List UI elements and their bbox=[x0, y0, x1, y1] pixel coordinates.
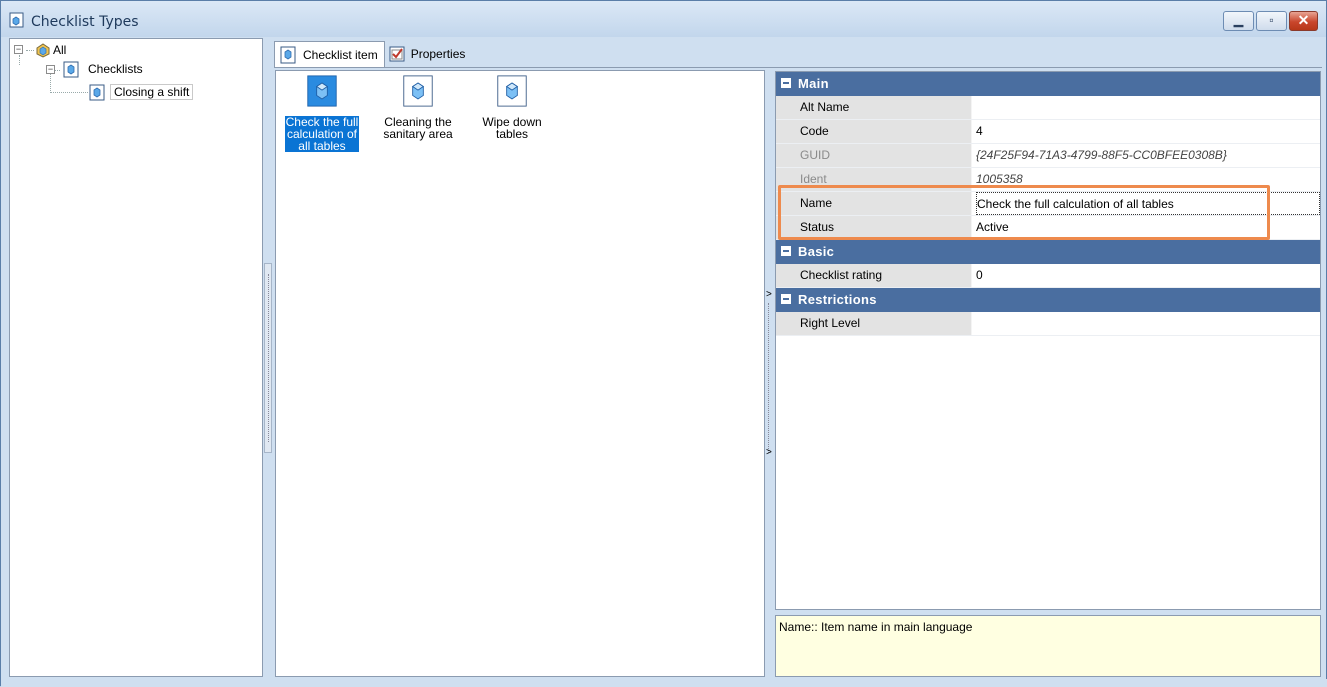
tab-checklist-item[interactable]: Checklist item bbox=[274, 41, 385, 67]
tree-label-all: All bbox=[53, 43, 67, 57]
tree-node-closing-a-shift[interactable]: Closing a shift bbox=[88, 83, 194, 101]
maximize-button[interactable]: ▫ bbox=[1256, 11, 1287, 31]
tab-properties[interactable]: Properties bbox=[385, 41, 472, 67]
help-panel: Name:: Item name in main language bbox=[775, 615, 1321, 677]
property-row-alt-name[interactable]: Alt Name bbox=[776, 96, 1320, 120]
property-row-right-level[interactable]: Right Level bbox=[776, 312, 1320, 336]
expand-all-toggle[interactable]: − bbox=[14, 45, 23, 54]
property-row-guid[interactable]: GUID {24F25F94-71A3-4799-88F5-CC0BFEE030… bbox=[776, 144, 1320, 168]
collapse-icon[interactable] bbox=[781, 294, 791, 304]
right-splitter[interactable] bbox=[768, 303, 769, 453]
checklist-tree[interactable]: − All − Checklists Closing a shift bbox=[9, 38, 263, 677]
property-grid[interactable]: Main Alt Name Code 4 GUID {24F25F94-71A3… bbox=[775, 71, 1321, 610]
tab-properties-label: Properties bbox=[410, 47, 466, 61]
left-splitter[interactable] bbox=[264, 263, 272, 453]
code-value[interactable]: 4 bbox=[976, 120, 1320, 143]
tree-node-all[interactable]: All bbox=[34, 42, 66, 58]
checklist-item-icon bbox=[403, 75, 433, 107]
close-icon: ✕ bbox=[1297, 12, 1310, 28]
category-basic[interactable]: Basic bbox=[776, 240, 1320, 264]
minimize-button[interactable]: ▁ bbox=[1223, 11, 1254, 31]
all-types-icon bbox=[36, 43, 50, 58]
item-caption: Cleaning the sanitary area bbox=[383, 115, 453, 141]
category-main[interactable]: Main bbox=[776, 72, 1320, 96]
minimize-icon: ▁ bbox=[1233, 13, 1244, 27]
checklist-type-icon bbox=[9, 12, 24, 28]
collapse-icon[interactable] bbox=[781, 246, 791, 256]
checklist-item-icon bbox=[307, 75, 337, 107]
expand-right-arrow-icon[interactable]: > bbox=[766, 447, 772, 458]
list-item[interactable]: Check the full calculation of all tables bbox=[276, 75, 368, 153]
item-caption: Wipe down tables bbox=[482, 115, 542, 141]
window-title: Checklist Types bbox=[31, 14, 139, 30]
highlight-annotation bbox=[778, 185, 1270, 240]
checklist-item-tab-icon bbox=[280, 46, 296, 63]
collapse-right-arrow-icon[interactable]: > bbox=[766, 289, 772, 300]
tree-label-closing-a-shift: Closing a shift bbox=[110, 84, 194, 100]
item-caption: Check the full calculation of all tables bbox=[284, 115, 360, 153]
right-level-value[interactable] bbox=[976, 312, 1320, 335]
checklist-types-window: Checklist Types ▁ ▫ ✕ − All − Checklists… bbox=[0, 0, 1327, 687]
tree-label-checklists: Checklists bbox=[88, 62, 143, 76]
checklist-type-icon bbox=[63, 61, 79, 78]
checklist-rating-value[interactable]: 0 bbox=[976, 264, 1320, 287]
guid-value: {24F25F94-71A3-4799-88F5-CC0BFEE0308B} bbox=[976, 148, 1227, 162]
properties-tab-icon bbox=[389, 46, 405, 62]
checklist-items-list[interactable]: Check the full calculation of all tables… bbox=[275, 70, 765, 677]
tab-checklist-item-label: Checklist item bbox=[303, 47, 378, 62]
tab-divider bbox=[274, 67, 1322, 68]
collapse-icon[interactable] bbox=[781, 78, 791, 88]
property-row-code[interactable]: Code 4 bbox=[776, 120, 1320, 144]
window-controls: ▁ ▫ ✕ bbox=[1221, 11, 1318, 31]
alt-name-value[interactable] bbox=[976, 96, 1320, 119]
tree-node-checklists[interactable]: Checklists bbox=[62, 60, 143, 78]
list-item[interactable]: Wipe down tables bbox=[468, 75, 556, 141]
checklist-icon bbox=[89, 84, 105, 101]
help-text: Name:: Item name in main language bbox=[779, 620, 973, 634]
title-bar[interactable]: Checklist Types ▁ ▫ ✕ bbox=[1, 1, 1326, 37]
property-row-checklist-rating[interactable]: Checklist rating 0 bbox=[776, 264, 1320, 288]
close-button[interactable]: ✕ bbox=[1289, 11, 1318, 31]
category-restrictions[interactable]: Restrictions bbox=[776, 288, 1320, 312]
list-item[interactable]: Cleaning the sanitary area bbox=[374, 75, 462, 141]
expand-checklists-toggle[interactable]: − bbox=[46, 65, 55, 74]
tab-strip: Checklist item Properties bbox=[274, 41, 471, 67]
checklist-item-icon bbox=[497, 75, 527, 107]
maximize-icon: ▫ bbox=[1269, 13, 1274, 27]
